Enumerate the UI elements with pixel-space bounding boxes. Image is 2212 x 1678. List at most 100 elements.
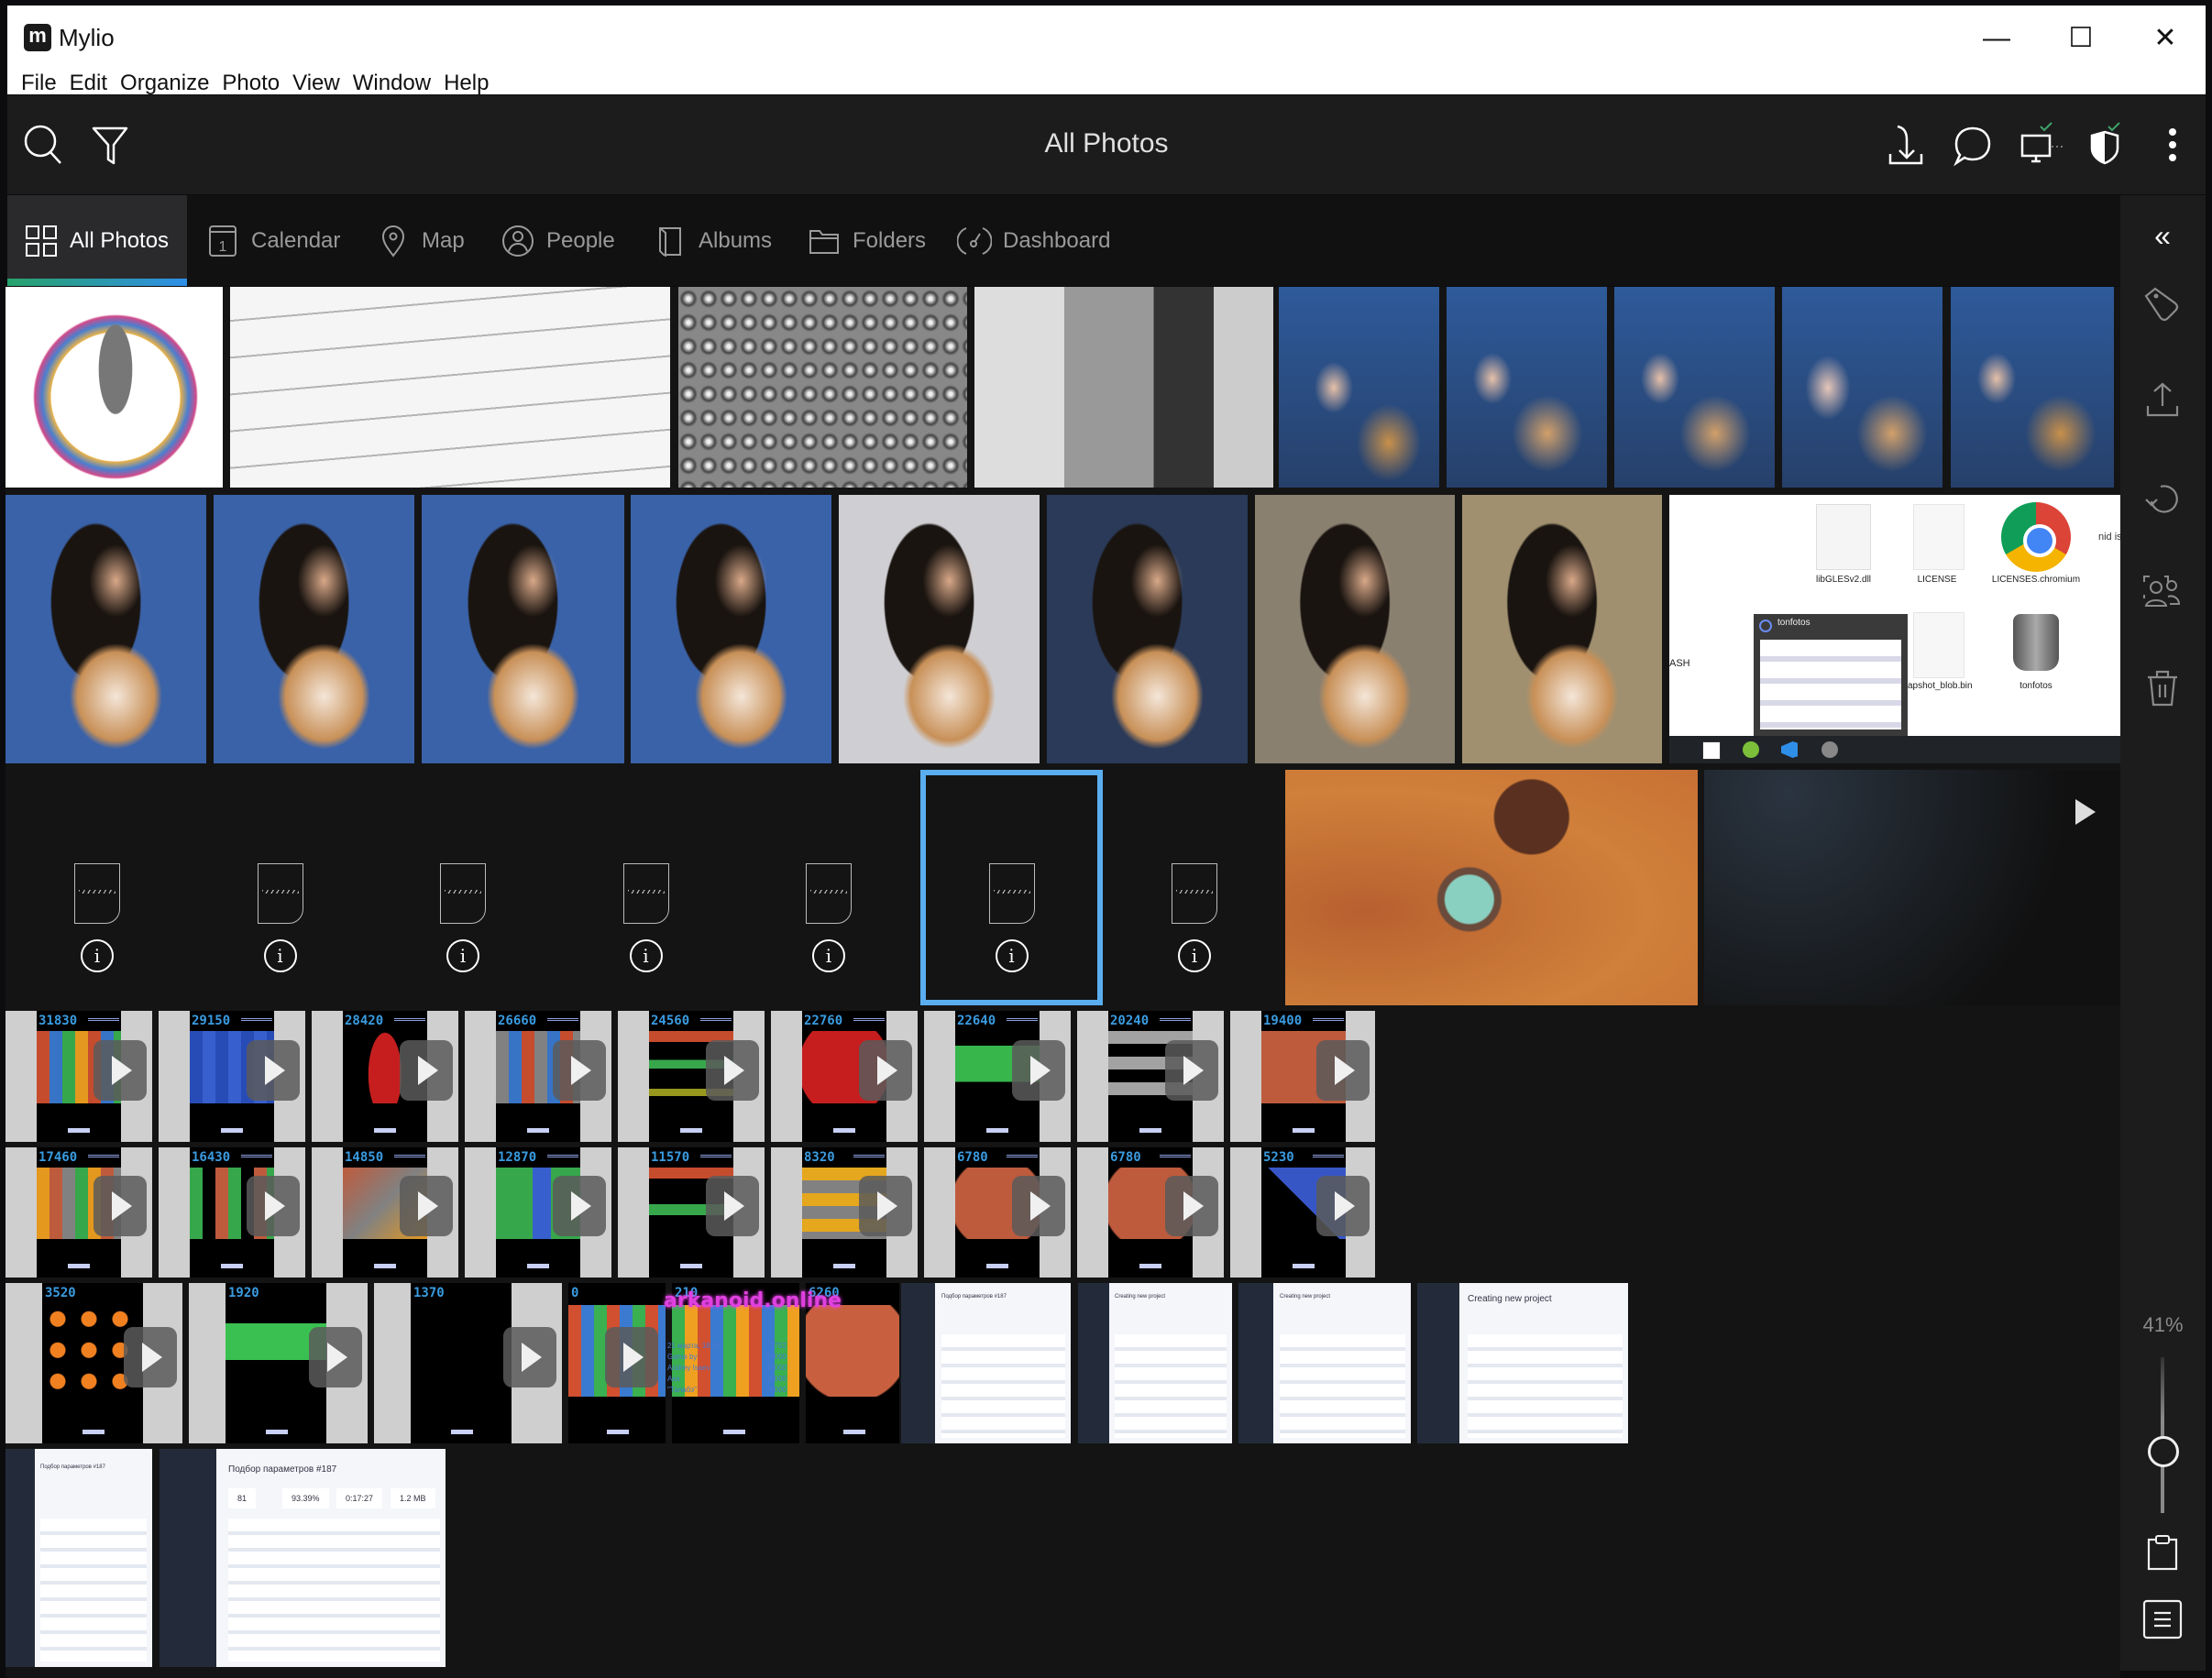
photo-tile-portrait[interactable] <box>422 495 624 763</box>
photo-tile-tonfotos-icon[interactable] <box>6 287 223 488</box>
protection-shield-icon[interactable] <box>2081 121 2129 169</box>
video-tile-breakout[interactable]: 22760 <box>771 1011 918 1142</box>
video-tile-breakout[interactable]: 16430 <box>159 1147 305 1278</box>
list-menu-icon[interactable] <box>2140 1597 2184 1641</box>
play-icon[interactable] <box>706 1176 759 1236</box>
play-icon[interactable] <box>2075 799 2096 825</box>
photo-tile-handwritten-note[interactable] <box>230 287 670 488</box>
photo-tile-selfie[interactable] <box>1951 287 2114 488</box>
photo-tile-video[interactable] <box>1704 770 2123 1005</box>
play-icon[interactable] <box>859 1176 912 1236</box>
video-tile-breakout[interactable]: 8320 <box>771 1147 918 1278</box>
rotate-icon[interactable] <box>2140 476 2184 520</box>
placeholder-tile[interactable]: i <box>1103 770 1285 1005</box>
placeholder-tile[interactable]: i <box>188 770 371 1005</box>
info-icon[interactable]: i <box>629 939 663 972</box>
placeholder-tile-selected[interactable]: i <box>919 770 1103 1005</box>
photo-tile-web-screenshot[interactable]: Подбор параметров #187 <box>901 1283 1071 1443</box>
photo-tile-portrait[interactable] <box>1255 495 1455 763</box>
photo-tile-selfie[interactable] <box>1614 287 1775 488</box>
photo-tile-portrait[interactable] <box>631 495 831 763</box>
video-tile-breakout[interactable]: 22640 <box>924 1011 1071 1142</box>
photo-tile-portrait[interactable] <box>839 495 1040 763</box>
menu-organize[interactable]: Organize <box>114 68 215 99</box>
play-icon[interactable] <box>605 1327 658 1387</box>
placeholder-tile[interactable]: i <box>737 770 919 1005</box>
play-icon[interactable] <box>553 1039 606 1101</box>
photo-tile-bw-family[interactable] <box>974 287 1273 488</box>
video-tile-breakout[interactable]: 12870 <box>465 1147 611 1278</box>
menu-photo[interactable]: Photo <box>215 68 286 99</box>
placeholder-tile[interactable]: i <box>554 770 737 1005</box>
video-tile-breakout[interactable]: 14850 <box>312 1147 458 1278</box>
play-icon[interactable] <box>400 1176 453 1236</box>
menu-file[interactable]: File <box>15 68 63 99</box>
play-icon[interactable] <box>247 1176 300 1236</box>
info-icon[interactable]: i <box>812 939 845 972</box>
photo-tile-selfie[interactable] <box>1279 287 1439 488</box>
play-icon[interactable] <box>1012 1176 1065 1236</box>
info-icon[interactable]: i <box>446 939 479 972</box>
menu-help[interactable]: Help <box>437 68 495 99</box>
face-recognition-icon[interactable] <box>2140 571 2184 615</box>
play-icon[interactable] <box>94 1176 147 1236</box>
import-icon[interactable] <box>1881 121 1929 169</box>
photo-tile-web-screenshot[interactable]: Creating new project <box>1078 1283 1232 1443</box>
photo-tile-desktop-screenshot[interactable]: ASH libGLESv2.dll LICENSE LICENSES.chrom… <box>1669 495 2123 763</box>
play-icon[interactable] <box>553 1176 606 1236</box>
more-vertical-icon[interactable] <box>2149 121 2196 169</box>
tab-dashboard[interactable]: Dashboard <box>957 195 1110 286</box>
video-tile-breakout[interactable]: 0 <box>568 1283 666 1443</box>
minimize-button[interactable]: — <box>1969 20 2024 57</box>
play-icon[interactable] <box>309 1327 362 1387</box>
photo-tile-portrait[interactable] <box>6 495 206 763</box>
tag-icon[interactable] <box>2140 283 2184 327</box>
video-tile-breakout[interactable]: 31830 <box>6 1011 152 1142</box>
collapse-double-chevron-icon[interactable]: « <box>2140 217 2184 261</box>
photo-tile-web-screenshot[interactable]: Creating new project <box>1238 1283 1411 1443</box>
devices-icon[interactable] <box>2015 121 2063 169</box>
placeholder-tile[interactable]: i <box>371 770 554 1005</box>
photo-tile-web-screenshot[interactable]: Creating new project <box>1417 1283 1628 1443</box>
chat-icon[interactable] <box>1949 121 1997 169</box>
video-tile-breakout[interactable]: 11570 <box>618 1147 765 1278</box>
play-icon[interactable] <box>706 1039 759 1101</box>
photo-tile-portrait[interactable] <box>1462 495 1662 763</box>
photo-tile-selfie[interactable] <box>1782 287 1942 488</box>
video-tile-breakout[interactable]: 29150 <box>159 1011 305 1142</box>
video-tile-breakout[interactable]: 19400 <box>1230 1011 1375 1142</box>
tab-all-photos[interactable]: All Photos <box>7 195 187 286</box>
video-tile-breakout[interactable]: 5230 <box>1230 1147 1375 1278</box>
video-tile-breakout[interactable]: 3520 <box>6 1283 182 1443</box>
video-tile-breakout[interactable]: 20240 <box>1077 1011 1224 1142</box>
video-tile-breakout[interactable]: 1920 <box>189 1283 368 1443</box>
info-icon[interactable]: i <box>81 939 114 972</box>
menu-view[interactable]: View <box>286 68 347 99</box>
play-icon[interactable] <box>1316 1039 1370 1101</box>
info-icon[interactable]: i <box>995 939 1029 972</box>
zoom-slider-thumb[interactable] <box>2148 1436 2179 1468</box>
play-icon[interactable] <box>1165 1176 1218 1236</box>
clipboard-icon[interactable] <box>2140 1530 2184 1574</box>
menu-window[interactable]: Window <box>347 68 437 99</box>
share-upload-icon[interactable] <box>2140 378 2184 422</box>
close-button[interactable]: ✕ <box>2138 20 2193 57</box>
video-tile-breakout[interactable]: 6780 <box>924 1147 1071 1278</box>
play-icon[interactable] <box>503 1327 556 1387</box>
video-tile-breakout[interactable]: 28420 <box>312 1011 458 1142</box>
maximize-button[interactable]: ☐ <box>2053 20 2108 57</box>
photo-tile-web-screenshot[interactable]: Подбор параметров #187 <box>6 1449 152 1667</box>
play-icon[interactable] <box>247 1039 300 1101</box>
play-icon[interactable] <box>94 1039 147 1101</box>
filter-icon[interactable] <box>86 121 134 169</box>
info-icon[interactable]: i <box>263 939 297 972</box>
tab-calendar[interactable]: 1 Calendar <box>205 195 340 286</box>
tab-albums[interactable]: Albums <box>653 195 772 286</box>
tab-folders[interactable]: Folders <box>807 195 926 286</box>
play-icon[interactable] <box>1165 1039 1218 1101</box>
play-icon[interactable] <box>1012 1039 1065 1101</box>
play-icon[interactable] <box>859 1039 912 1101</box>
video-tile-breakout[interactable]: 1370 <box>374 1283 562 1443</box>
menu-edit[interactable]: Edit <box>63 68 114 99</box>
photo-tile-web-screenshot[interactable]: Подбор параметров #187 81 93.39% 0:17:27 1.2… <box>160 1449 446 1667</box>
